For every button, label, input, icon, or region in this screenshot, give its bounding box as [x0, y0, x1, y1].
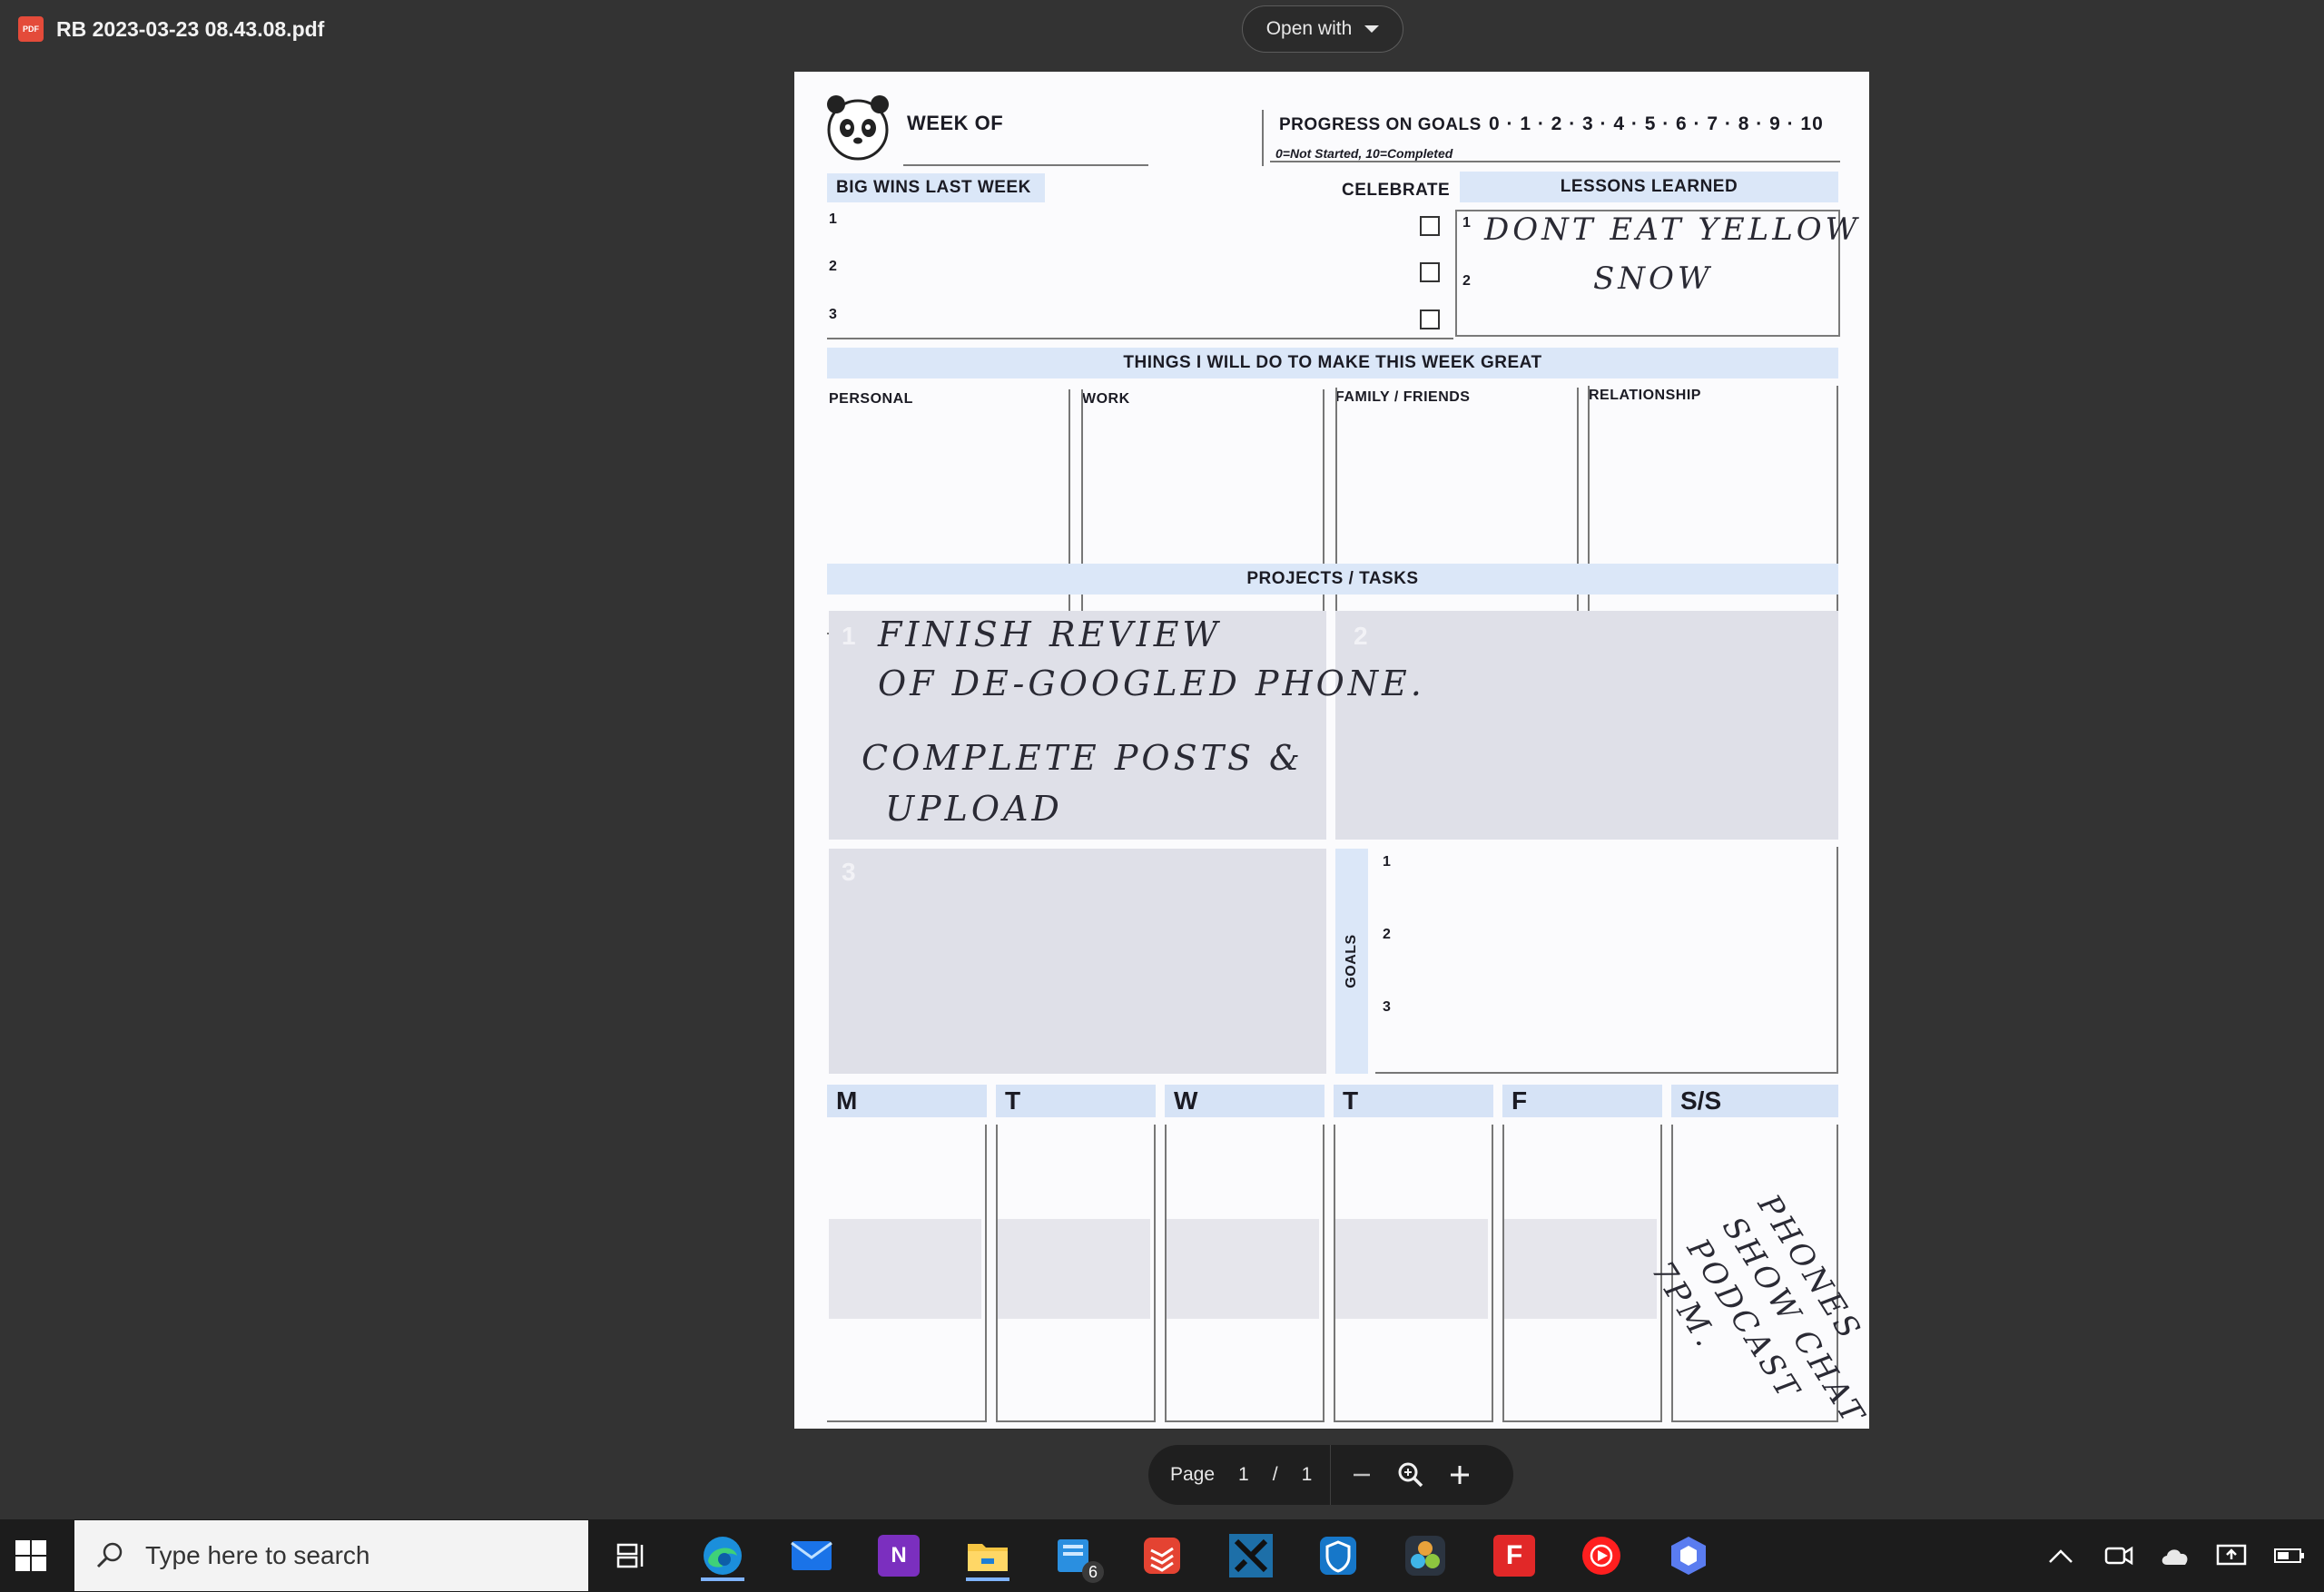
day-column-tue	[996, 1125, 1156, 1422]
magnifier-icon[interactable]	[1396, 1460, 1425, 1489]
taskbar-search-box[interactable]: Type here to search	[74, 1520, 588, 1591]
onedrive-cloud-icon[interactable]	[2150, 1530, 2201, 1581]
edge-icon[interactable]	[697, 1530, 748, 1581]
open-with-button[interactable]: Open with	[1242, 5, 1403, 53]
goals-bar: GOALS	[1335, 849, 1368, 1074]
week-of-line	[903, 164, 1148, 166]
youtube-music-icon[interactable]	[1576, 1530, 1627, 1581]
goal-number-3: 3	[1383, 999, 1392, 1015]
todoist-icon[interactable]	[1137, 1530, 1187, 1581]
onenote-icon[interactable]: N	[873, 1530, 924, 1581]
big-wins-title: BIG WINS LAST WEEK	[827, 173, 1045, 202]
page-navigator: Page 1 / 1	[1148, 1445, 1513, 1505]
pdf-page: WEEK OF PROGRESS ON GOALS 0 · 1 · 2 · 3 …	[794, 72, 1869, 1429]
notes-badge: 6	[1082, 1561, 1104, 1583]
win-number-3: 3	[829, 307, 838, 322]
goals-box	[1375, 847, 1838, 1074]
projects-title: PROJECTS / TASKS	[827, 564, 1838, 595]
project1-handwriting-line4: UPLOAD	[885, 789, 1063, 829]
project-box-2	[1335, 611, 1838, 840]
task-view-icon[interactable]	[606, 1530, 657, 1581]
day-column-fri	[1502, 1125, 1662, 1422]
project-number-1: 1	[842, 622, 857, 650]
day-column-wed	[1165, 1125, 1324, 1422]
project1-handwriting-line3: COMPLETE POSTS &	[862, 738, 1304, 778]
project1-handwriting-line2: OF DE-GOOGLED PHONE.	[878, 663, 1425, 703]
day-header-tue: T	[996, 1085, 1156, 1117]
lesson-number-2: 2	[1462, 273, 1472, 289]
celebrate-checkbox-1[interactable]	[1420, 216, 1440, 236]
day-header-fri: F	[1502, 1085, 1662, 1117]
wins-bottom-line	[827, 338, 1453, 339]
x-app-icon[interactable]	[1226, 1530, 1276, 1581]
lesson-handwriting-2: SNOW	[1593, 260, 1713, 297]
goal-number-1: 1	[1383, 854, 1392, 870]
file-title-bar: PDF RB 2023-03-23 08.43.08.pdf	[18, 13, 324, 45]
project-number-3: 3	[842, 858, 857, 886]
search-placeholder: Type here to search	[145, 1541, 370, 1569]
total-pages: 1	[1301, 1464, 1313, 1485]
day-column-mon	[827, 1125, 987, 1422]
plus-icon[interactable]	[1447, 1462, 1472, 1488]
celebrate-checkbox-3[interactable]	[1420, 310, 1440, 329]
day-header-mon: M	[827, 1085, 987, 1117]
pdf-icon: PDF	[18, 16, 44, 42]
header-divider	[1262, 110, 1264, 166]
folder-icon[interactable]	[962, 1530, 1013, 1581]
current-page-input[interactable]: 1	[1238, 1464, 1249, 1486]
work-box	[1081, 389, 1324, 634]
display-icon[interactable]	[2206, 1530, 2257, 1581]
family-box	[1335, 388, 1579, 633]
progress-note: 0=Not Started, 10=Completed	[1275, 146, 1453, 161]
panda-logo-icon	[827, 95, 889, 161]
lesson-number-1: 1	[1462, 215, 1472, 231]
flipboard-letter: F	[1493, 1535, 1535, 1577]
edge-active-indicator	[701, 1577, 744, 1581]
battery-icon[interactable]	[2264, 1530, 2315, 1581]
minus-icon[interactable]	[1349, 1462, 1374, 1488]
taskbar: Type here to search N 6 F	[0, 1519, 2324, 1592]
project-box-3	[829, 849, 1326, 1074]
chevron-down-icon	[1364, 25, 1380, 33]
celebrate-checkbox-2[interactable]	[1420, 262, 1440, 282]
meet-now-icon[interactable]	[2093, 1530, 2144, 1581]
progress-line	[1270, 161, 1840, 162]
lessons-title: LESSONS LEARNED	[1460, 172, 1838, 202]
personal-box	[827, 389, 1070, 634]
project1-handwriting-line1: FINISH REVIEW	[878, 614, 1222, 654]
day-header-wed: W	[1165, 1085, 1324, 1117]
davinci-icon[interactable]	[1400, 1530, 1451, 1581]
day-column-thu	[1334, 1125, 1493, 1422]
project-number-2: 2	[1354, 622, 1369, 650]
celebrate-title: CELEBRATE	[1342, 181, 1451, 200]
goal-number-2: 2	[1383, 927, 1392, 942]
day-header-thu: T	[1334, 1085, 1493, 1117]
notes-icon[interactable]: 6	[1051, 1530, 1104, 1583]
file-name: RB 2023-03-23 08.43.08.pdf	[56, 16, 325, 41]
page-label: Page	[1170, 1464, 1216, 1485]
windows-start-icon[interactable]	[5, 1530, 56, 1581]
page-separator: /	[1272, 1464, 1278, 1485]
hexagon-app-icon[interactable]	[1663, 1530, 1714, 1581]
flipboard-icon[interactable]: F	[1489, 1530, 1540, 1581]
lesson-handwriting-1: DONT EAT YELLOW	[1484, 211, 1861, 248]
things-title: THINGS I WILL DO TO MAKE THIS WEEK GREAT	[827, 348, 1838, 378]
progress-title: PROGRESS ON GOALS	[1279, 115, 1482, 134]
mail-icon[interactable]	[786, 1530, 837, 1581]
goals-label: GOALS	[1344, 934, 1359, 988]
week-of-label: WEEK OF	[907, 112, 1004, 134]
shield-icon[interactable]	[1313, 1530, 1364, 1581]
onenote-letter: N	[878, 1535, 920, 1577]
day-header-weekend: S/S	[1671, 1085, 1838, 1117]
win-number-2: 2	[829, 259, 838, 274]
search-icon	[96, 1542, 123, 1568]
win-number-1: 1	[829, 211, 838, 227]
chevron-up-icon[interactable]	[2035, 1530, 2086, 1581]
explorer-active-indicator	[966, 1577, 1009, 1581]
progress-scale: 0 · 1 · 2 · 3 · 4 · 5 · 6 · 7 · 8 · 9 · …	[1489, 113, 1824, 134]
open-with-label: Open with	[1265, 18, 1353, 39]
